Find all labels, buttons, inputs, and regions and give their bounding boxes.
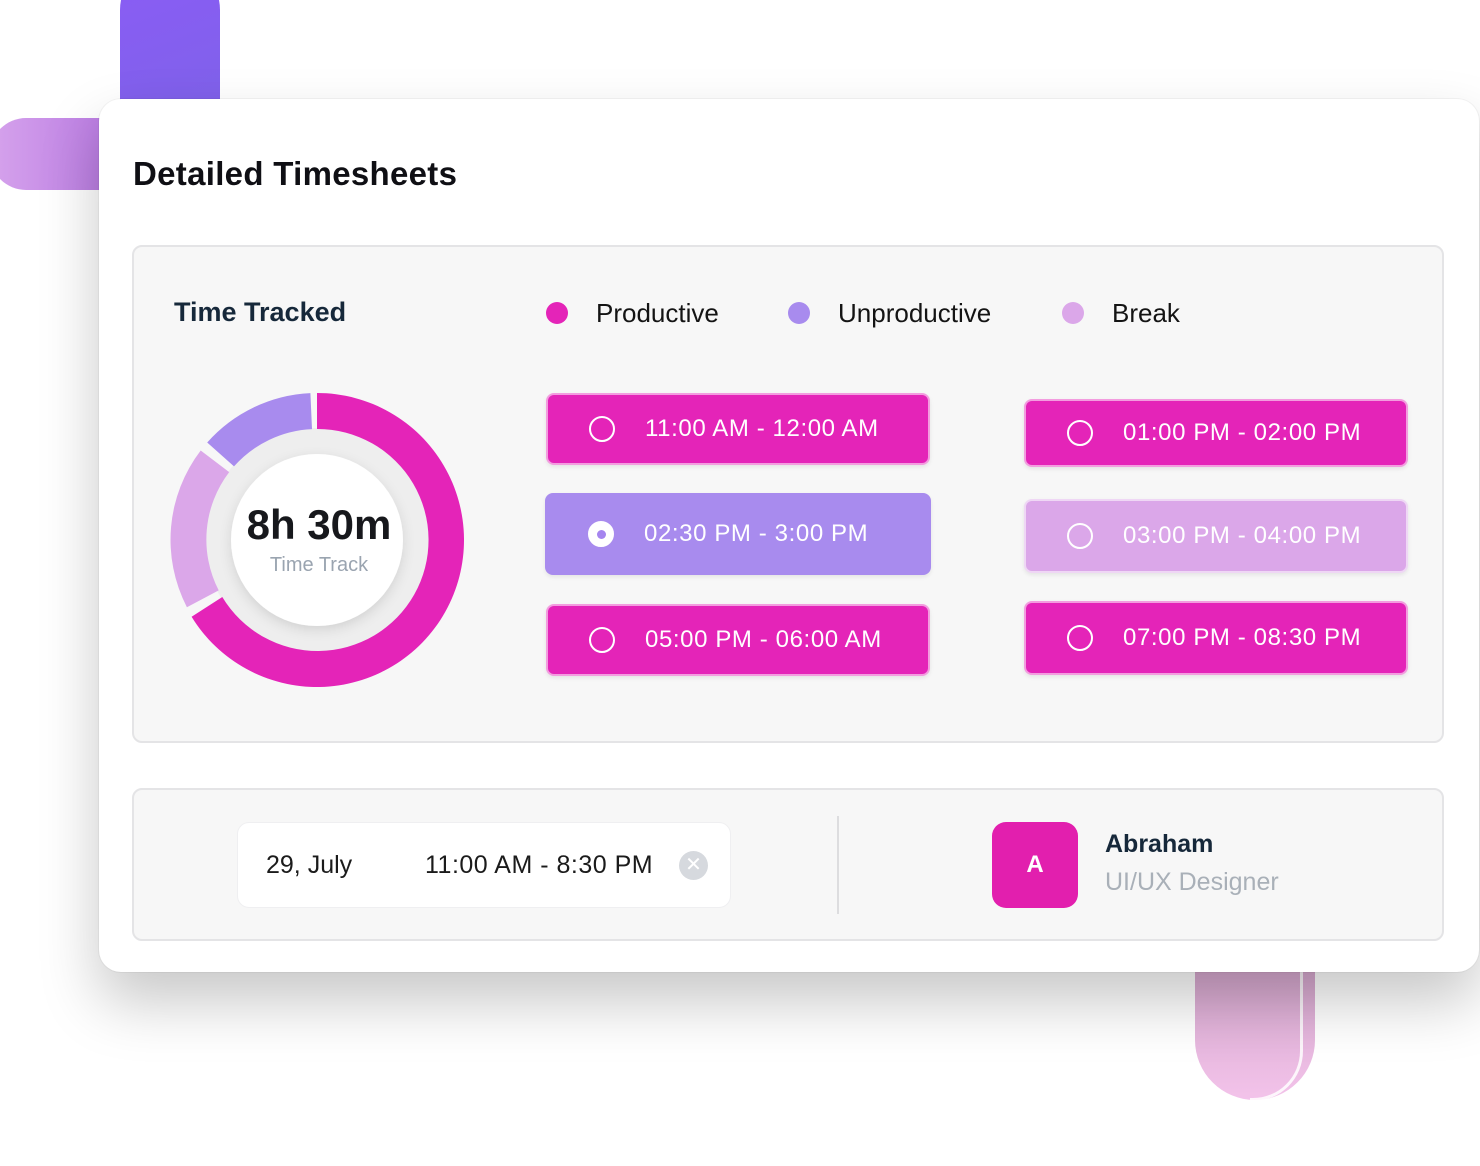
time-slot-label: 02:30 PM - 3:00 PM <box>644 520 869 547</box>
user-name: Abraham <box>1105 830 1214 858</box>
user-role: UI/UX Designer <box>1105 868 1279 896</box>
time-slot-6[interactable]: 07:00 PM - 08:30 PM <box>1024 601 1408 675</box>
radio-icon[interactable] <box>589 627 615 653</box>
time-slot-label: 05:00 PM - 06:00 AM <box>645 626 882 653</box>
time-slot-4[interactable]: 01:00 PM - 02:00 PM <box>1024 399 1408 467</box>
legend-item-break: Break <box>1062 297 1180 329</box>
radio-icon[interactable] <box>589 416 615 442</box>
time-range-value: 11:00 AM - 8:30 PM <box>425 851 654 879</box>
legend-item-unproductive: Unproductive <box>788 297 991 329</box>
legend-dot-unproductive <box>788 302 810 324</box>
time-slot-label: 01:00 PM - 02:00 PM <box>1123 419 1362 446</box>
total-time-value: 8h 30m <box>246 501 392 548</box>
vertical-divider <box>837 816 839 914</box>
time-slot-5[interactable]: 03:00 PM - 04:00 PM <box>1024 499 1408 573</box>
time-slot-label: 11:00 AM - 12:00 AM <box>645 415 879 442</box>
radio-icon[interactable] <box>1067 420 1093 446</box>
legend-item-productive: Productive <box>546 297 719 329</box>
legend-label-productive: Productive <box>596 297 719 328</box>
legend-label-break: Break <box>1112 297 1180 328</box>
time-slot-1[interactable]: 11:00 AM - 12:00 AM <box>546 393 930 465</box>
donut-center-label: 8h 30m Time Track <box>239 394 399 577</box>
time-slot-2[interactable]: 02:30 PM - 3:00 PM <box>545 493 931 575</box>
timesheet-card: Detailed Timesheets Time Tracked Product… <box>99 99 1479 972</box>
radio-selected-icon[interactable] <box>588 521 614 547</box>
time-slot-label: 07:00 PM - 08:30 PM <box>1123 624 1362 651</box>
date-value: 29, July <box>266 851 353 879</box>
radio-icon[interactable] <box>1067 625 1093 651</box>
time-slot-label: 03:00 PM - 04:00 PM <box>1123 522 1362 549</box>
legend-dot-break <box>1062 302 1084 324</box>
total-time-caption: Time Track <box>269 554 369 577</box>
close-icon[interactable]: ✕ <box>679 851 708 880</box>
time-slot-3[interactable]: 05:00 PM - 06:00 AM <box>546 604 930 676</box>
time-tracked-heading: Time Tracked <box>174 297 347 327</box>
details-panel: 29, July 11:00 AM - 8:30 PM ✕ A Abraham … <box>132 788 1444 941</box>
page-title: Detailed Timesheets <box>133 155 458 192</box>
time-tracked-panel: Time Tracked Productive Unproductive Bre… <box>132 245 1444 743</box>
avatar[interactable]: A <box>992 822 1078 908</box>
radio-icon[interactable] <box>1067 523 1093 549</box>
legend-dot-productive <box>546 302 568 324</box>
date-range-field[interactable]: 29, July 11:00 AM - 8:30 PM ✕ <box>237 822 731 908</box>
legend-label-unproductive: Unproductive <box>838 297 992 328</box>
